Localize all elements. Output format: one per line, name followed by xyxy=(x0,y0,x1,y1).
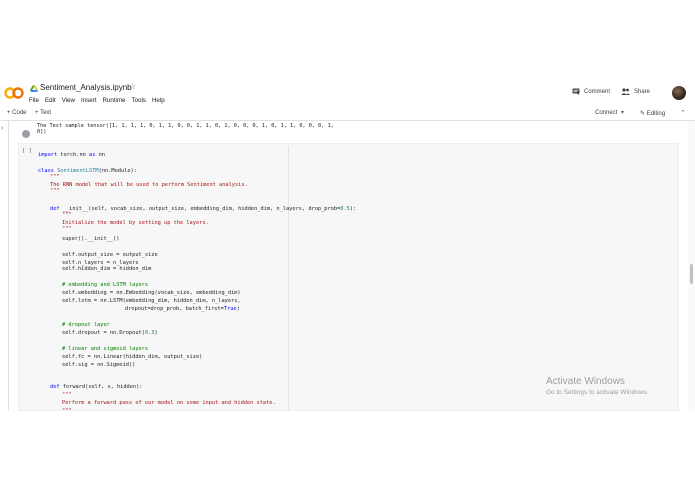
output-line: 0]) xyxy=(37,129,47,135)
code-line: self.fc = nn.Linear(hidden_dim, output_s… xyxy=(62,354,203,360)
code-line: self.lstm = nn.LSTM(embedding_dim, hidde… xyxy=(62,298,241,304)
people-icon xyxy=(621,88,630,95)
code-line: """ xyxy=(62,212,72,218)
activate-windows-subtitle: Go to Settings to activate Windows. xyxy=(546,389,649,396)
avatar[interactable] xyxy=(672,86,686,100)
code-line: """ xyxy=(50,188,60,194)
cell-output: The Test sample tensor([1, 1, 1, 1, 0, 1… xyxy=(20,121,675,139)
drive-icon xyxy=(30,85,38,92)
menu-runtime[interactable]: Runtime xyxy=(102,97,125,104)
code-line: dropout=drop_prob, batch_first=True) xyxy=(125,306,240,312)
scrollbar-thumb[interactable] xyxy=(690,264,693,284)
editing-mode-button[interactable]: ✎ Editing xyxy=(640,110,665,117)
connect-button[interactable]: Connect xyxy=(595,110,617,116)
share-label: Share xyxy=(634,88,651,95)
comment-label: Comment xyxy=(584,88,611,95)
colab-logo-icon[interactable] xyxy=(4,86,24,100)
cell-run-indicator[interactable]: [ ] xyxy=(22,148,32,154)
code-line: """ xyxy=(50,174,60,180)
activate-windows-title: Activate Windows xyxy=(546,376,625,387)
menu-tools[interactable]: Tools xyxy=(132,97,146,104)
menu-help[interactable]: Help xyxy=(152,97,165,104)
code-line: # linear and sigmoid layers xyxy=(62,346,149,352)
notebook-title[interactable]: Sentiment_Analysis.ipynb xyxy=(40,83,132,92)
output-menu-icon[interactable] xyxy=(22,130,30,138)
code-line: # dropout layer xyxy=(62,322,110,328)
output-line: The Test sample tensor([1, 1, 1, 1, 0, 1… xyxy=(37,123,334,129)
top-blank-area xyxy=(0,0,695,80)
code-line: self.sig = nn.Sigmoid() xyxy=(62,362,136,368)
code-line: import torch.nn as nn xyxy=(38,152,105,158)
comment-icon xyxy=(572,88,580,95)
line-length-ruler xyxy=(288,146,289,410)
add-text-button[interactable]: + Text xyxy=(35,110,51,116)
code-line: The RNN model that will be used to perfo… xyxy=(50,182,248,188)
add-code-button[interactable]: + Code xyxy=(7,110,27,116)
share-button[interactable]: Share xyxy=(621,88,650,95)
code-line: self.hidden_dim = hidden_dim xyxy=(62,266,152,272)
star-icon[interactable]: ☆ xyxy=(129,82,136,91)
code-line: Initialize the model by setting up the l… xyxy=(62,220,209,226)
menu-view[interactable]: View xyxy=(62,97,75,104)
pencil-icon: ✎ xyxy=(640,111,646,117)
code-line: Perform a forward pass of our model on s… xyxy=(62,400,276,406)
menu-edit[interactable]: Edit xyxy=(45,97,56,104)
code-line: super().__init__() xyxy=(62,236,120,242)
chevron-up-icon[interactable]: ⌃ xyxy=(680,109,686,117)
toolbar: + Code + Text Connect ▾ ✎ Editing ⌃ xyxy=(0,108,695,121)
comment-button[interactable]: Comment xyxy=(572,88,610,95)
code-line: self.dropout = nn.Dropout(0.3) xyxy=(62,330,158,336)
left-sidebar-gutter: › xyxy=(0,121,9,411)
code-line: def __init__(self, vocab_size, output_si… xyxy=(50,206,357,212)
code-line: self.embedding = nn.Embedding(vocab_size… xyxy=(62,290,241,296)
chevron-right-icon[interactable]: › xyxy=(1,125,3,132)
bottom-blank-area xyxy=(0,411,695,494)
code-line: def forward(self, x, hidden): xyxy=(50,384,143,390)
colab-header: Sentiment_Analysis.ipynb ☆ File Edit Vie… xyxy=(0,80,695,108)
chevron-down-icon[interactable]: ▾ xyxy=(621,109,624,116)
code-cell[interactable]: [ ] import torch.nn as nn class Sentiment… xyxy=(18,143,679,411)
menu-insert[interactable]: Insert xyxy=(81,97,96,104)
menu-bar: File Edit View Insert Runtime Tools Help xyxy=(29,97,171,104)
code-line: """ xyxy=(62,226,72,232)
code-line: """ xyxy=(62,392,72,398)
scrollbar[interactable] xyxy=(688,121,695,411)
editing-label: Editing xyxy=(646,111,666,117)
code-line: # embedding and LSTM layers xyxy=(62,282,149,288)
menu-file[interactable]: File xyxy=(29,97,39,104)
code-line: self.output_size = output_size xyxy=(62,252,158,258)
